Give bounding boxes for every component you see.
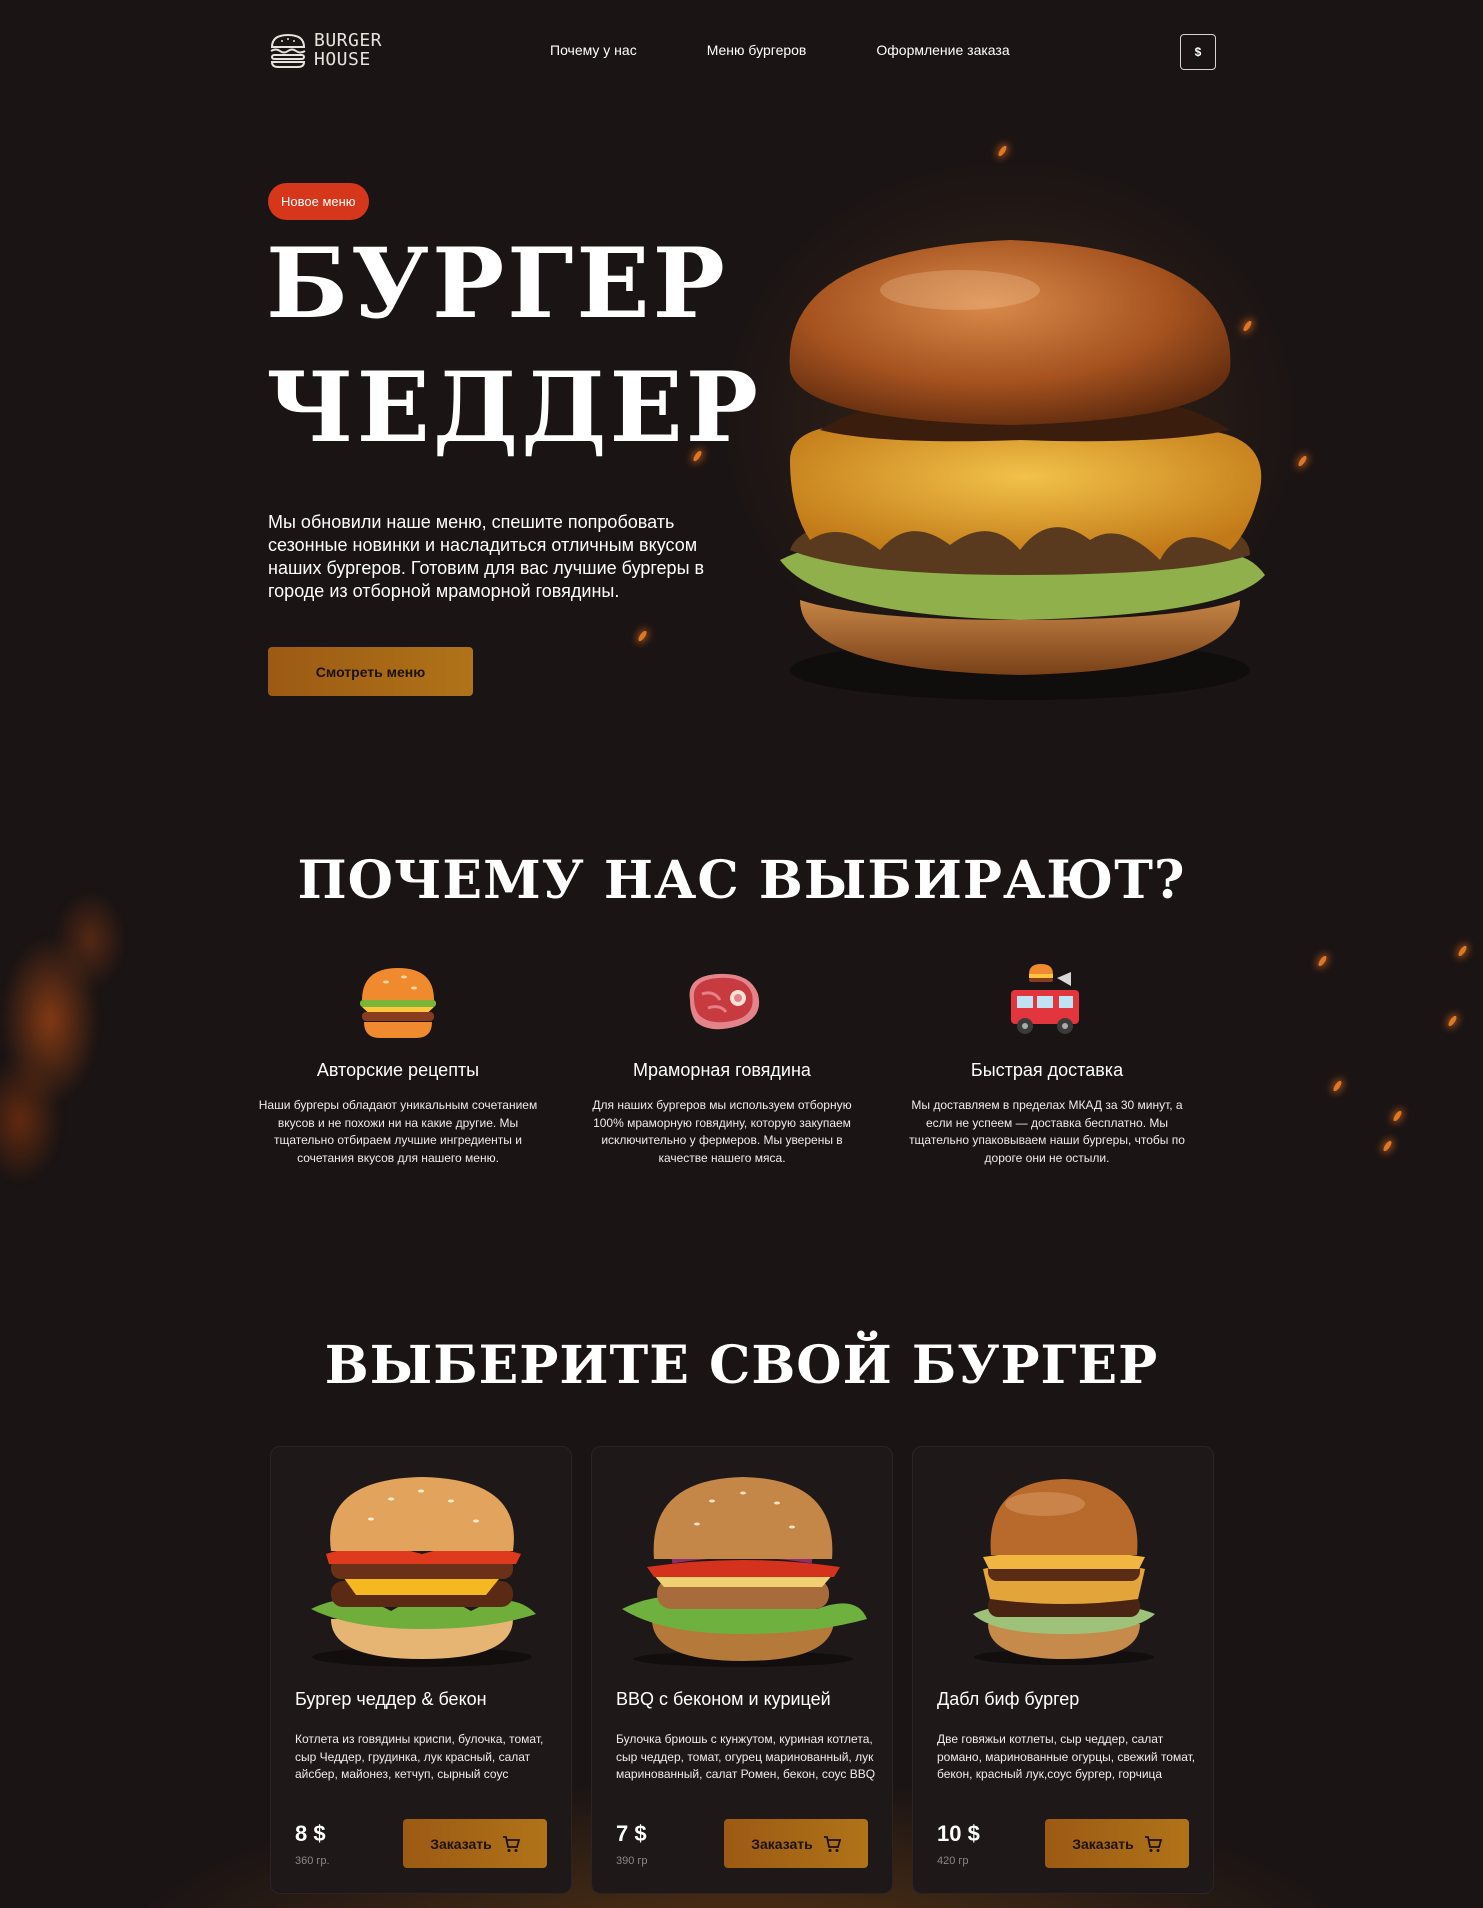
food-truck-icon bbox=[1011, 964, 1079, 1034]
feature-text: Наши бургеры обладают уникальным сочетан… bbox=[258, 1098, 538, 1165]
nav-link-why[interactable]: Почему у нас bbox=[550, 42, 637, 58]
order-button-label: Заказать bbox=[751, 1835, 813, 1852]
logo-text: BURGER HOUSE bbox=[314, 31, 382, 69]
page: BURGER HOUSE Почему у нас Меню бургеров … bbox=[0, 0, 1483, 1908]
order-button-label: Заказать bbox=[1072, 1835, 1134, 1852]
new-menu-badge: Новое меню bbox=[268, 183, 369, 220]
hero-burger-image bbox=[780, 240, 1265, 700]
nav-link-order[interactable]: Оформление заказа bbox=[876, 42, 1009, 58]
cart-icon bbox=[502, 1835, 520, 1852]
feature-text: Для наших бургеров мы используем отборну… bbox=[592, 1098, 852, 1165]
burger-card-description: Котлета из говядины криспи, булочка, том… bbox=[295, 1732, 544, 1781]
feature-title: Быстрая доставка bbox=[970, 1060, 1124, 1080]
burger-icon bbox=[360, 968, 436, 1038]
main-nav: Почему у нас Меню бургеров Оформление за… bbox=[550, 42, 1010, 58]
burger-card-title: BBQ с беконом и курицей bbox=[616, 1689, 831, 1709]
burger-image bbox=[622, 1477, 867, 1667]
view-menu-button[interactable]: Смотреть меню bbox=[268, 647, 473, 696]
burger-image bbox=[311, 1477, 536, 1667]
burger-card-title: Дабл биф бургер bbox=[937, 1689, 1080, 1709]
order-button[interactable]: Заказать bbox=[403, 1819, 547, 1868]
feature-item: Авторские рецепты Наши бургеры обладают … bbox=[238, 960, 558, 1167]
nav-link-menu[interactable]: Меню бургеров bbox=[707, 42, 807, 58]
cart-icon bbox=[823, 1835, 841, 1852]
meat-icon bbox=[689, 973, 760, 1030]
flame-decoration bbox=[0, 880, 180, 1240]
feature-item: Мраморная говядина Для наших бургеров мы… bbox=[562, 960, 882, 1167]
menu-section-title: ВЫБЕРИТЕ СВОЙ БУРГЕР bbox=[324, 1335, 1159, 1396]
burger-card-description: Булочка бриошь с кунжутом, куриная котле… bbox=[616, 1732, 876, 1781]
burger-card-weight: 420 гр bbox=[937, 1855, 969, 1867]
feature-title: Мраморная говядина bbox=[633, 1060, 811, 1080]
burger-card-price: 7 $ bbox=[616, 1821, 647, 1846]
burger-logo-icon bbox=[270, 33, 306, 68]
burger-card: Дабл биф бургер Две говяжьи котлеты, сыр… bbox=[912, 1446, 1214, 1894]
hero-title-line1: БУРГЕР bbox=[266, 227, 728, 340]
logo[interactable]: BURGER HOUSE bbox=[268, 30, 382, 70]
burger-card-weight: 390 гр bbox=[616, 1855, 648, 1867]
burger-card-description: Две говяжьи котлеты, сыр чеддер, салат р… bbox=[937, 1732, 1196, 1781]
header: BURGER HOUSE Почему у нас Меню бургеров … bbox=[268, 30, 1216, 74]
hero-title-line2: ЧЕДДЕР bbox=[266, 351, 761, 464]
order-button[interactable]: Заказать bbox=[1045, 1819, 1189, 1868]
burger-card: Бургер чеддер & бекон Котлета из говядин… bbox=[270, 1446, 572, 1894]
feature-title: Авторские рецепты bbox=[316, 1060, 480, 1080]
why-section-title: ПОЧЕМУ НАС ВЫБИРАЮТ? bbox=[297, 850, 1186, 911]
feature-item: Быстрая доставка Мы доставляем в предела… bbox=[887, 960, 1207, 1167]
burger-card-price: 8 $ bbox=[295, 1821, 326, 1846]
logo-line1: BURGER bbox=[314, 30, 383, 51]
burger-image bbox=[973, 1479, 1155, 1665]
currency-button[interactable]: $ bbox=[1180, 34, 1216, 70]
order-button[interactable]: Заказать bbox=[724, 1819, 868, 1868]
cart-icon bbox=[1144, 1835, 1162, 1852]
order-button-label: Заказать bbox=[430, 1835, 492, 1852]
burger-card: BBQ с беконом и курицей Булочка бриошь с… bbox=[591, 1446, 893, 1894]
feature-text: Мы доставляем в пределах МКАД за 30 мину… bbox=[909, 1098, 1185, 1165]
logo-line2: HOUSE bbox=[314, 49, 371, 70]
burger-cards: Бургер чеддер & бекон Котлета из говядин… bbox=[270, 1446, 1214, 1894]
hero-title: БУРГЕР ЧЕДДЕР bbox=[266, 222, 761, 470]
hero-description: Мы обновили наше меню, спешите попробова… bbox=[268, 512, 705, 601]
burger-card-title: Бургер чеддер & бекон bbox=[295, 1689, 487, 1709]
burger-card-price: 10 $ bbox=[937, 1821, 980, 1846]
features-list: Авторские рецепты Наши бургеры обладают … bbox=[259, 960, 1216, 1200]
burger-card-weight: 360 гр. bbox=[295, 1855, 330, 1867]
